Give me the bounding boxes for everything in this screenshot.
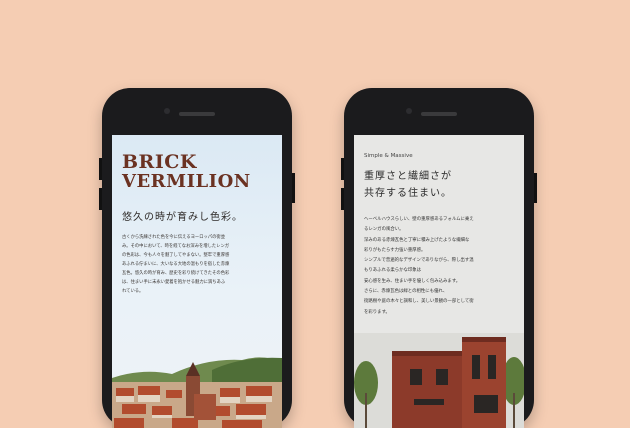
brand-line-1: BRICK: [122, 151, 197, 173]
volume-button: [341, 158, 344, 180]
front-camera-icon: [406, 108, 412, 114]
section-eyebrow: Simple & Massive: [364, 153, 413, 159]
front-camera-icon: [164, 108, 170, 114]
volume-button: [99, 188, 102, 210]
power-button: [534, 173, 537, 203]
right-phone-screen: Simple & Massive 重厚さと繊細さが 共存する住まい。 ヘーベルハ…: [354, 135, 524, 428]
section-body: ヘーベルハウスらしい、壁の重厚感あるフォルムに乗え るレンガの風合い。 深みのあ…: [364, 217, 474, 315]
speaker-grille: [421, 112, 457, 116]
volume-button: [99, 158, 102, 180]
speaker-grille: [179, 112, 215, 116]
section-title: 重厚さと繊細さが 共存する住まい。: [364, 171, 452, 199]
right-phone-mockup: Simple & Massive 重厚さと繊細さが 共存する住まい。 ヘーベルハ…: [341, 88, 537, 428]
tagline: 悠久の時が育みし色彩。: [122, 212, 243, 223]
brand-line-2: VERMILION: [122, 171, 251, 192]
left-phone-mockup: BRICK VERMILION 悠久の時が育みし色彩。 古くから洗練された色を今…: [99, 88, 295, 428]
house-photo: [354, 333, 524, 428]
power-button: [292, 173, 295, 203]
city-photo: [112, 357, 282, 428]
brand-logo: BRICK VERMILION: [122, 151, 282, 192]
left-phone-screen: BRICK VERMILION 悠久の時が育みし色彩。 古くから洗練された色を今…: [112, 135, 282, 428]
volume-button: [341, 188, 344, 210]
body-text: 古くから洗練された色を今に伝えるヨーロッパの街並 み。その中において、時を経てな…: [122, 235, 230, 294]
